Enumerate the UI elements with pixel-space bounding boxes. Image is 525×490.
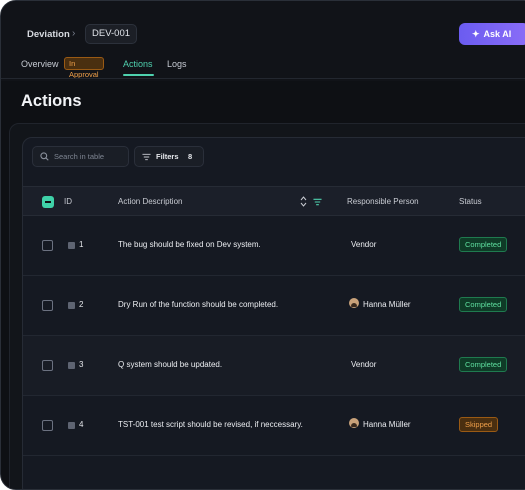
- status-badge: Completed: [459, 237, 508, 252]
- breadcrumb-current: DEV-001: [85, 24, 138, 44]
- row-person: Hanna Müller: [363, 300, 411, 309]
- search-input[interactable]: Search in table: [32, 146, 129, 167]
- status-badge: Completed: [459, 297, 508, 312]
- row-checkbox[interactable]: [42, 300, 53, 311]
- document-icon: [68, 242, 75, 249]
- header-bar: Deviation › DEV-001 ✦ Ask AI Overview In …: [1, 1, 525, 81]
- row-checkbox[interactable]: [42, 360, 53, 371]
- tab-actions[interactable]: Actions: [123, 59, 153, 69]
- row-person: Vendor: [351, 240, 377, 249]
- filters-label: Filters: [156, 152, 179, 161]
- row-description: The bug should be fixed on Dev system.: [118, 240, 261, 249]
- app-window: Deviation › DEV-001 ✦ Ask AI Overview In …: [0, 0, 525, 490]
- column-header-status[interactable]: Status: [459, 197, 482, 206]
- chevron-right-icon: ›: [72, 28, 76, 39]
- active-tab-indicator: [123, 74, 154, 76]
- table-row[interactable]: 3 Q system should be updated. Vendor Com…: [23, 336, 525, 396]
- row-description: Dry Run of the function should be comple…: [118, 300, 279, 309]
- row-person: Hanna Müller: [363, 420, 411, 429]
- filter-lines-icon: [142, 153, 151, 161]
- table-row[interactable]: 2 Dry Run of the function should be comp…: [23, 276, 525, 336]
- row-id: 3: [79, 360, 84, 369]
- row-id: 4: [79, 420, 84, 429]
- breadcrumb-root[interactable]: Deviation: [27, 29, 70, 40]
- table-row[interactable]: 1 The bug should be fixed on Dev system.…: [23, 216, 525, 276]
- status-badge: In Approval: [64, 57, 104, 79]
- row-checkbox[interactable]: [42, 240, 53, 251]
- document-icon: [68, 302, 75, 309]
- ask-ai-button[interactable]: ✦ Ask AI: [459, 23, 525, 45]
- column-filter-icon[interactable]: [313, 198, 322, 206]
- row-checkbox[interactable]: [42, 420, 53, 431]
- document-icon: [68, 362, 75, 369]
- search-placeholder: Search in table: [54, 152, 105, 161]
- avatar: [349, 298, 359, 308]
- select-all-checkbox[interactable]: [42, 196, 54, 208]
- row-person: Vendor: [351, 360, 377, 369]
- row-id: 1: [79, 240, 84, 249]
- search-icon: [40, 152, 49, 161]
- row-description: TST-001 test script should be revised, i…: [118, 420, 303, 429]
- row-id: 2: [79, 300, 84, 309]
- sort-icon[interactable]: [300, 196, 307, 207]
- tab-logs[interactable]: Logs: [167, 59, 187, 69]
- status-badge: Completed: [459, 357, 508, 372]
- header-divider: [1, 78, 525, 79]
- avatar: [349, 418, 359, 428]
- status-badge: Skipped: [459, 417, 499, 432]
- page-title: Actions: [21, 92, 82, 110]
- column-header-person[interactable]: Responsible Person: [347, 197, 419, 206]
- sparkle-icon: ✦: [472, 29, 480, 39]
- ask-ai-label: Ask AI: [483, 29, 512, 39]
- tab-overview[interactable]: Overview: [21, 59, 59, 69]
- row-description: Q system should be updated.: [118, 360, 223, 369]
- filters-button[interactable]: Filters 8: [134, 146, 204, 167]
- document-icon: [68, 422, 75, 429]
- table-row[interactable]: 4 TST-001 test script should be revised,…: [23, 396, 525, 456]
- table-header: ID Action Description Responsible Person…: [23, 186, 525, 216]
- filters-count: 8: [188, 152, 193, 161]
- column-header-description[interactable]: Action Description: [118, 197, 182, 206]
- column-header-id[interactable]: ID: [64, 197, 72, 206]
- table-card: Search in table Filters 8 ID Action Desc…: [22, 137, 525, 489]
